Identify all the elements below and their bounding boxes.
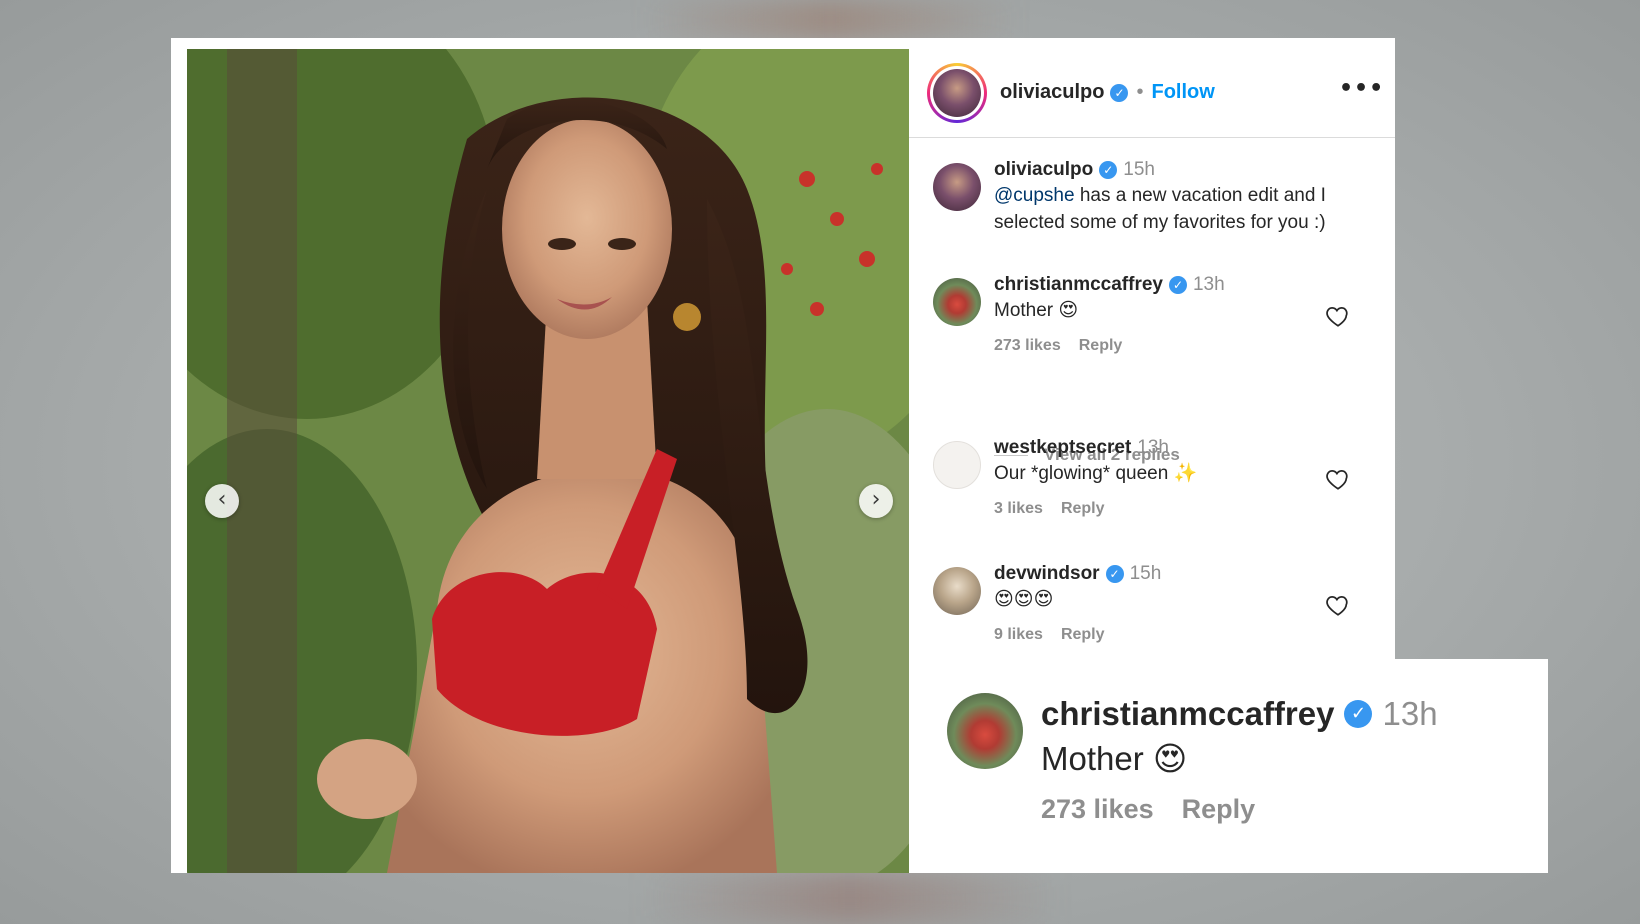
zoom-comment-username[interactable]: christianmccaffrey xyxy=(1041,695,1334,733)
hand xyxy=(317,739,417,819)
author-avatar xyxy=(933,69,981,117)
comment-text: 😍😍😍 xyxy=(994,589,1054,610)
post-photo[interactable]: ‹ › xyxy=(187,49,909,873)
comment-username[interactable]: westkeptsecret xyxy=(994,437,1131,459)
zoom-comment-text: Mother 😍 xyxy=(1041,740,1188,777)
post-header: oliviaculpo ✓ • Follow ••• xyxy=(909,49,1395,138)
comment-likes[interactable]: 9 likes xyxy=(994,626,1043,644)
comment-text: Our *glowing* queen ✨ xyxy=(994,463,1198,484)
carousel-prev-icon[interactable]: ‹ xyxy=(205,484,239,518)
commenter-avatar[interactable] xyxy=(933,278,981,326)
post-photo-illustration xyxy=(187,49,909,873)
comment-likes[interactable]: 3 likes xyxy=(994,500,1043,518)
reply-button[interactable]: Reply xyxy=(1061,500,1105,518)
heart-icon[interactable] xyxy=(1325,466,1351,492)
caption-text: @cupshe has a new vacation edit and I se… xyxy=(994,182,1354,236)
comment-username[interactable]: devwindsor xyxy=(994,563,1100,585)
verified-icon: ✓ xyxy=(1099,161,1118,179)
more-options-icon[interactable]: ••• xyxy=(1339,78,1383,103)
tree-trunk xyxy=(227,49,297,873)
comment-text: Mother 😍 xyxy=(994,300,1079,321)
separator-dot: • xyxy=(1136,81,1144,103)
zoomed-comment-inset: christianmccaffrey ✓ 13h Mother 😍 273 li… xyxy=(909,659,1548,873)
comment-likes[interactable]: 273 likes xyxy=(994,337,1061,355)
author-username[interactable]: oliviaculpo xyxy=(1000,81,1104,104)
follow-button[interactable]: Follow xyxy=(1151,81,1214,104)
zoom-commenter-avatar[interactable] xyxy=(947,693,1023,769)
zoom-comment-likes[interactable]: 273 likes xyxy=(1041,794,1154,825)
comment-time: 15h xyxy=(1129,563,1162,584)
background-blur-top xyxy=(640,0,1020,40)
zoom-reply-button[interactable]: Reply xyxy=(1182,794,1256,825)
verified-icon: ✓ xyxy=(1110,83,1129,102)
caption-avatar[interactable] xyxy=(933,163,981,211)
header-user-row: oliviaculpo ✓ • Follow xyxy=(1000,81,1215,104)
comment-time: 13h xyxy=(1137,437,1169,458)
comment-time: 13h xyxy=(1192,274,1225,295)
heart-icon[interactable] xyxy=(1325,303,1351,329)
story-avatar-icon[interactable] xyxy=(927,63,987,123)
comment-username[interactable]: christianmccaffrey xyxy=(994,274,1163,296)
commenter-avatar[interactable] xyxy=(933,567,981,615)
reply-button[interactable]: Reply xyxy=(1079,337,1123,355)
heart-icon[interactable] xyxy=(1325,592,1351,618)
zoom-comment-time: 13h xyxy=(1382,695,1438,732)
verified-icon: ✓ xyxy=(1344,700,1373,728)
carousel-next-icon[interactable]: › xyxy=(859,484,893,518)
commenter-avatar[interactable] xyxy=(933,441,981,489)
background-blur-bottom xyxy=(640,872,1060,924)
reply-button[interactable]: Reply xyxy=(1061,626,1105,644)
verified-icon: ✓ xyxy=(1168,276,1187,294)
mention-link[interactable]: @cupshe xyxy=(994,185,1075,206)
caption-time: 15h xyxy=(1123,159,1155,180)
earring xyxy=(673,303,701,331)
caption-username[interactable]: oliviaculpo xyxy=(994,159,1093,181)
verified-icon: ✓ xyxy=(1105,565,1124,583)
